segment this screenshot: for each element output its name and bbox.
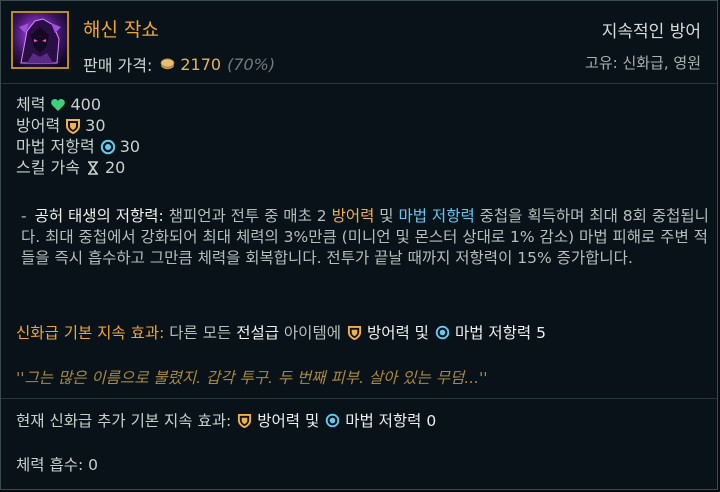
stat-value: 20: [104, 158, 126, 177]
item-tooltip: 해신 작쇼 판매 가격: 2170 (70%) 지속적인 방어 고유: 신화급,…: [0, 0, 718, 490]
stat-armor: 방어력 30: [16, 115, 140, 136]
stat-label: 방어력: [16, 116, 61, 135]
tooltip-header: 해신 작쇼 판매 가격: 2170 (70%) 지속적인 방어 고유: 신화급,…: [1, 1, 717, 84]
mythic-magic-resist: 마법 저항력 5: [454, 324, 546, 342]
magic-resist-icon: [435, 325, 450, 339]
stat-label: 스킬 가속: [16, 158, 80, 177]
mythic-armor: 방어력 및: [366, 324, 429, 342]
passive-magic-resist: 마법 저항력: [398, 207, 475, 225]
stat-label: 체력: [16, 95, 46, 114]
mythic-passive: 신화급 기본 지속 효과: 다른 모든 전설급 아이템에 방어력 및 마법 저항…: [16, 321, 716, 343]
jaksho-item-icon: [11, 11, 69, 69]
passive-title: 공허 태생의 저항력:: [34, 207, 164, 225]
item-name: 해신 작쇼: [83, 19, 159, 41]
lifesteal-value: 체력 흡수: 0: [16, 456, 98, 474]
item-rarity: 고유: 신화급, 영원: [585, 54, 701, 72]
item-lore: ''그는 많은 이름으로 불렸지. 갑각 투구. 두 번째 피부. 살아 있는 …: [16, 369, 488, 387]
stat-label: 마법 저항력: [16, 137, 95, 156]
mythic-title: 신화급 기본 지속 효과:: [16, 324, 165, 342]
passive-armor: 방어력: [331, 207, 375, 225]
current-label: 현재 신화급 추가 기본 지속 효과:: [16, 412, 232, 430]
current-mythic-bonus: 현재 신화급 추가 기본 지속 효과: 방어력 및 마법 저항력 0: [16, 409, 436, 431]
mythic-text-1: 다른 모든: [169, 324, 232, 342]
stat-value: 400: [70, 95, 101, 114]
stat-health: 체력 400: [16, 94, 140, 115]
mythic-text-2: 아이템에: [283, 324, 341, 342]
stats-list: 체력 400 방어력 30 마법 저항력 30 스킬 가속 20: [16, 94, 140, 178]
armor-shield-icon: [66, 118, 81, 134]
price-row: 판매 가격: 2170 (70%): [83, 52, 275, 76]
price-value: 2170: [180, 54, 222, 74]
passive-description: - 공허 태생의 저항력: 챔피언과 전투 중 매초 2 방어력 및 마법 저항력…: [21, 206, 711, 269]
price-label: 판매 가격:: [83, 56, 153, 75]
stat-ability-haste: 스킬 가속 20: [16, 157, 140, 178]
magic-resist-icon: [325, 413, 340, 427]
divider: [1, 398, 717, 399]
stat-value: 30: [85, 116, 106, 135]
mythic-legendary: 전설급: [236, 324, 279, 342]
stat-magic-resist: 마법 저항력 30: [16, 136, 140, 157]
current-armor: 방어력 및: [257, 412, 320, 430]
item-type: 지속적인 방어: [601, 22, 701, 42]
magic-resist-icon: [100, 139, 115, 154]
passive-bullet: -: [21, 207, 27, 225]
hourglass-icon: [87, 160, 98, 175]
passive-and: 및: [379, 207, 394, 225]
current-magic-resist: 마법 저항력 0: [345, 412, 437, 430]
armor-shield-icon: [238, 413, 252, 428]
gold-coin-icon: [160, 58, 175, 70]
stat-value: 30: [119, 137, 141, 156]
price-percent: (70%): [227, 54, 276, 74]
passive-text-1: 챔피언과 전투 중 매초 2: [168, 207, 327, 225]
heart-icon: [51, 98, 66, 111]
armor-shield-icon: [347, 325, 362, 340]
